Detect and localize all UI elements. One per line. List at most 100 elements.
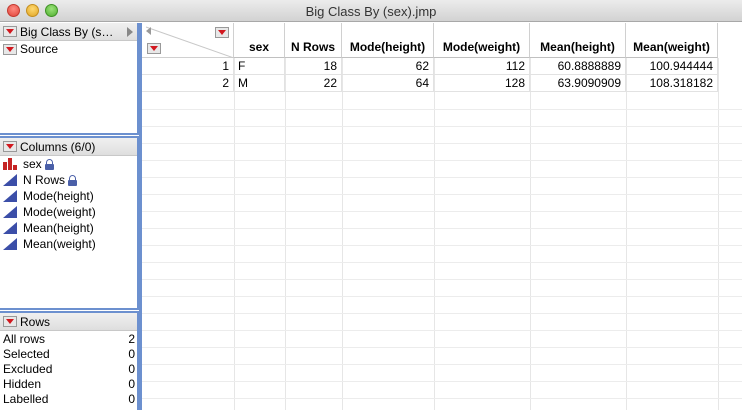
columns-panel: Columns (6/0) sex N Rows Mode(height) Mo… [0,136,139,310]
column-item-label: sex [23,157,42,171]
columns-panel-header[interactable]: Columns (6/0) [0,138,137,156]
column-item-label: N Rows [23,173,66,187]
column-item-mode-weight[interactable]: Mode(weight) [0,204,137,220]
column-header-mode-height[interactable]: Mode(height) [342,23,434,58]
table-cell[interactable]: 100.944444 [626,58,718,75]
column-item-sex[interactable]: sex [0,156,137,172]
continuous-icon [3,190,17,202]
grid-line [142,262,742,263]
column-item-mean-weight[interactable]: Mean(weight) [0,236,137,252]
column-item-label: Mean(weight) [23,237,96,251]
column-header-sex[interactable]: sex [234,23,285,58]
continuous-icon [3,222,17,234]
column-header-n-rows[interactable]: N Rows [285,23,342,58]
source-label: Source [20,42,59,56]
rows-label: Selected [3,346,50,361]
grid-corner [142,23,234,58]
grid-line [342,58,343,410]
grid-line [142,211,742,212]
rows-labelled[interactable]: Labelled 0 [0,391,137,406]
table-cell[interactable]: 62 [342,58,434,75]
grid-line [142,330,742,331]
grid-line [142,109,742,110]
grid-line [626,58,627,410]
column-header-mean-height[interactable]: Mean(height) [530,23,626,58]
columns-panel-title: Columns (6/0) [20,139,96,154]
red-triangle-menu-icon[interactable] [3,26,17,37]
table-cell[interactable]: 108.318182 [626,75,718,92]
grid-line [142,296,742,297]
column-item-label: Mode(height) [23,189,94,203]
grid-line [142,381,742,382]
rows-selected[interactable]: Selected 0 [0,346,137,361]
rows-menu-icon[interactable] [147,43,161,54]
rows-label: Excluded [3,361,53,376]
rows-all[interactable]: All rows 2 [0,331,137,346]
table-cell[interactable]: F [234,58,285,75]
grid-line [142,126,742,127]
lock-icon [68,174,78,186]
grid-line [142,194,742,195]
column-item-n-rows[interactable]: N Rows [0,172,137,188]
rows-value: 2 [128,331,135,346]
rows-panel-title: Rows [20,314,51,329]
grid-line [142,347,742,348]
grid-line [142,245,742,246]
table-cell[interactable]: 64 [342,75,434,92]
table-panel-title: Big Class By (s… [20,24,114,39]
rows-excluded[interactable]: Excluded 0 [0,361,137,376]
continuous-icon [3,206,17,218]
rows-label: Hidden [3,376,42,391]
rows-panel-header[interactable]: Rows [0,313,137,331]
red-triangle-menu-icon[interactable] [3,141,17,152]
table-cell[interactable]: M [234,75,285,92]
rows-value: 0 [128,376,135,391]
grid-line [142,160,742,161]
table-cell[interactable]: 128 [434,75,530,92]
grid-line [718,58,719,410]
red-triangle-menu-icon[interactable] [3,43,17,55]
column-item-label: Mean(height) [23,221,94,235]
grid-line [142,398,742,399]
column-item-label: Mode(weight) [23,205,96,219]
grid-line [142,313,742,314]
continuous-icon [3,238,17,250]
table-panel-header[interactable]: Big Class By (s… [0,23,137,41]
table-cell[interactable]: 18 [285,58,342,75]
grid-line [142,364,742,365]
table-cell[interactable]: 60.8888889 [530,58,626,75]
row-number[interactable]: 2 [142,75,234,92]
source-item[interactable]: Source [0,41,137,57]
red-triangle-menu-icon[interactable] [3,316,17,327]
table-cell[interactable]: 63.9090909 [530,75,626,92]
left-panel: Big Class By (s… Source Columns (6/0) se… [0,23,141,410]
lock-icon [44,158,54,170]
grid-line [234,58,235,410]
row-number[interactable]: 1 [142,58,234,75]
rows-panel: Rows All rows 2 Selected 0 Excluded 0 Hi… [0,311,139,410]
table-panel: Big Class By (s… Source [0,23,139,135]
grid-line [530,58,531,410]
column-item-mean-height[interactable]: Mean(height) [0,220,137,236]
data-grid: sex N Rows Mode(height) Mode(weight) Mea… [142,23,742,410]
column-header-mode-weight[interactable]: Mode(weight) [434,23,530,58]
grid-line [434,58,435,410]
grid-line [142,143,742,144]
columns-menu-icon[interactable] [215,27,229,38]
rows-label: All rows [3,331,46,346]
rows-value: 0 [128,361,135,376]
rows-value: 0 [128,346,135,361]
grid-line [142,228,742,229]
column-item-mode-height[interactable]: Mode(height) [0,188,137,204]
rows-hidden[interactable]: Hidden 0 [0,376,137,391]
window-title-bar: Big Class By (sex).jmp [0,0,742,22]
continuous-icon [3,174,17,186]
grid-line [285,58,286,410]
table-cell[interactable]: 22 [285,75,342,92]
table-cell[interactable]: 112 [434,58,530,75]
rows-value: 0 [128,391,135,406]
window-title: Big Class By (sex).jmp [305,4,437,19]
expand-arrow-icon[interactable] [127,26,133,37]
grid-line [142,279,742,280]
column-header-mean-weight[interactable]: Mean(weight) [626,23,718,58]
